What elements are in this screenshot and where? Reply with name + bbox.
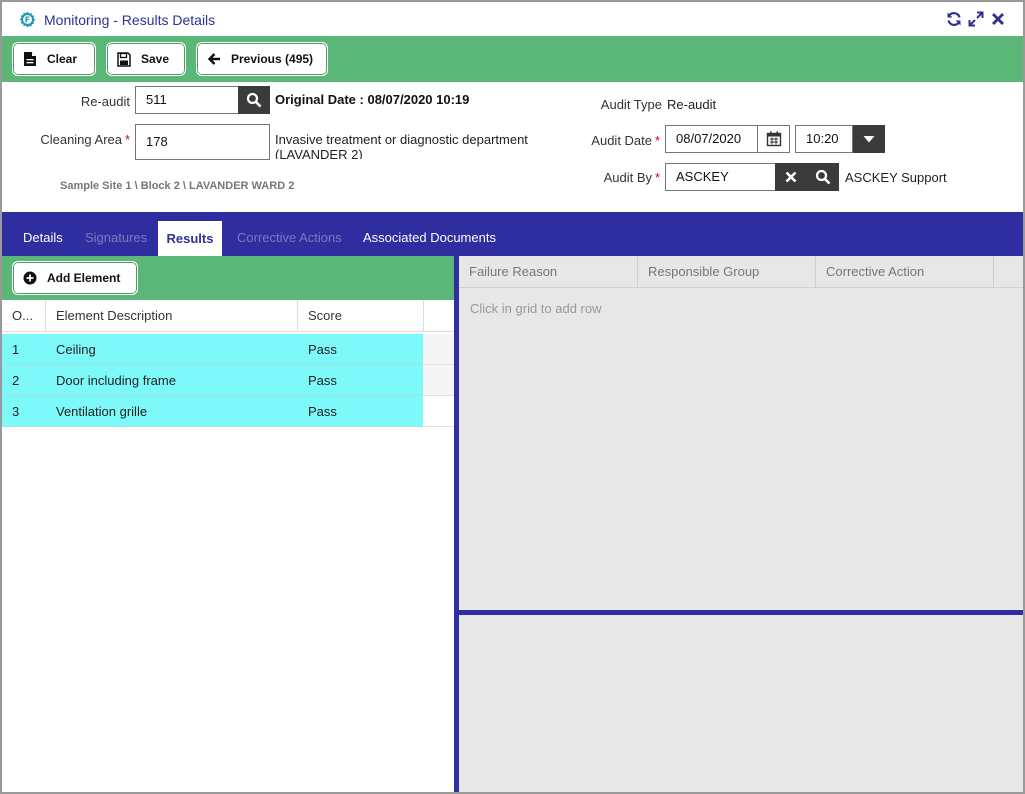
location-path: Sample Site 1 \ Block 2 \ LAVANDER WARD … (60, 180, 295, 192)
tab-bar: Details Signatures Results Corrective Ac… (2, 212, 1023, 256)
row-order: 2 (12, 373, 20, 388)
reaudit-search-button[interactable] (238, 86, 270, 114)
row-filler (423, 334, 454, 365)
row-filler (423, 396, 454, 427)
row-score: Pass (308, 373, 337, 388)
audit-time-input[interactable]: 10:20 (795, 125, 853, 153)
audit-type-value: Re-audit (667, 97, 717, 112)
column-header-responsible-group[interactable]: Responsible Group (638, 256, 816, 288)
cleaning-area-input[interactable]: 178 (135, 124, 270, 160)
column-header-score[interactable]: Score (298, 300, 424, 332)
table-row[interactable]: 1 Ceiling Pass (2, 334, 423, 365)
calendar-icon (766, 131, 781, 147)
table-row[interactable]: 2 Door including frame Pass (2, 365, 423, 396)
tab-results[interactable]: Results (158, 221, 222, 256)
row-description: Ceiling (56, 342, 96, 357)
caret-down-icon (863, 136, 875, 143)
elements-grid-header: O... Element Description Score (2, 300, 454, 332)
close-icon[interactable] (990, 11, 1006, 27)
app-gear-icon: F (19, 11, 36, 28)
refresh-icon[interactable] (946, 11, 962, 27)
tab-signatures: Signatures (85, 230, 148, 245)
audit-date-label: Audit Date (591, 133, 652, 148)
column-header-corrective-action[interactable]: Corrective Action (816, 256, 994, 288)
time-dropdown-button[interactable] (853, 125, 885, 153)
detail-pane (459, 615, 1023, 792)
clear-x-icon (785, 171, 797, 183)
cleaning-area-label: Cleaning Area (40, 132, 122, 147)
row-order: 1 (12, 342, 20, 357)
tab-corrective-actions: Corrective Actions (237, 230, 342, 245)
cleaning-area-desc-line2: (LAVANDER 2) (275, 147, 363, 159)
save-label: Save (141, 52, 170, 66)
cleaning-area-description: Invasive treatment or diagnostic departm… (275, 132, 535, 159)
empty-grid-hint: Click in grid to add row (470, 301, 602, 316)
reaudit-input[interactable]: 511 (135, 86, 239, 114)
column-header-failure-reason[interactable]: Failure Reason (459, 256, 638, 288)
elements-panel: Add Element O... Element Description Sco… (2, 256, 454, 792)
column-header-description[interactable]: Element Description (46, 300, 298, 332)
window-title: Monitoring - Results Details (44, 12, 216, 28)
original-date: Original Date : 08/07/2020 10:19 (275, 92, 470, 107)
results-details-window: F Monitoring - Results Details Clear Sav… (0, 0, 1025, 794)
arrow-left-icon (207, 53, 220, 65)
audit-by-search-button[interactable] (807, 163, 839, 191)
cleaning-area-required-mark: * (124, 132, 130, 147)
previous-label: Previous (495) (231, 52, 314, 66)
title-bar: F Monitoring - Results Details (2, 2, 1023, 36)
audit-header-form: Re-audit 511 Original Date : 08/07/2020 … (2, 82, 1023, 212)
audit-by-name: ASCKEY Support (845, 170, 947, 185)
document-icon (24, 52, 36, 66)
table-row[interactable]: 3 Ventilation grille Pass (2, 396, 423, 427)
row-description: Ventilation grille (56, 404, 148, 419)
maximize-icon[interactable] (968, 11, 984, 27)
column-header-order[interactable]: O... (2, 300, 46, 332)
cleaning-area-desc-line1: Invasive treatment or diagnostic departm… (275, 132, 528, 147)
audit-date-required-mark: * (654, 133, 660, 148)
floppy-disk-icon (117, 52, 131, 67)
add-element-button[interactable]: Add Element (12, 261, 138, 295)
row-description: Door including frame (56, 373, 176, 388)
audit-by-label: Audit By (603, 170, 652, 185)
audit-type-label: Audit Type (600, 97, 662, 112)
audit-by-input[interactable]: ASCKEY (665, 163, 776, 191)
reaudit-label: Re-audit (80, 94, 130, 109)
date-picker-button[interactable] (758, 125, 790, 153)
save-button[interactable]: Save (106, 42, 186, 76)
add-element-label: Add Element (47, 271, 121, 285)
audit-date-input[interactable]: 08/07/2020 (665, 125, 758, 153)
row-filler (423, 365, 454, 396)
row-score: Pass (308, 404, 337, 419)
elements-toolbar: Add Element (2, 256, 454, 300)
svg-text:F: F (25, 15, 30, 24)
row-score: Pass (308, 342, 337, 357)
audit-by-required-mark: * (654, 170, 660, 185)
tab-details[interactable]: Details (12, 220, 74, 256)
clear-button[interactable]: Clear (12, 42, 96, 76)
row-order: 3 (12, 404, 20, 419)
main-toolbar: Clear Save Previous (495) (2, 36, 1023, 82)
search-icon (815, 169, 831, 185)
failure-grid[interactable]: Failure Reason Responsible Group Correct… (459, 256, 1023, 612)
column-header-filler (994, 256, 1023, 288)
plus-circle-icon (23, 271, 37, 285)
tab-associated-documents[interactable]: Associated Documents (352, 220, 507, 256)
clear-label: Clear (47, 52, 78, 66)
search-icon (246, 92, 262, 108)
audit-by-clear-button[interactable] (775, 163, 807, 191)
previous-button[interactable]: Previous (495) (196, 42, 328, 76)
